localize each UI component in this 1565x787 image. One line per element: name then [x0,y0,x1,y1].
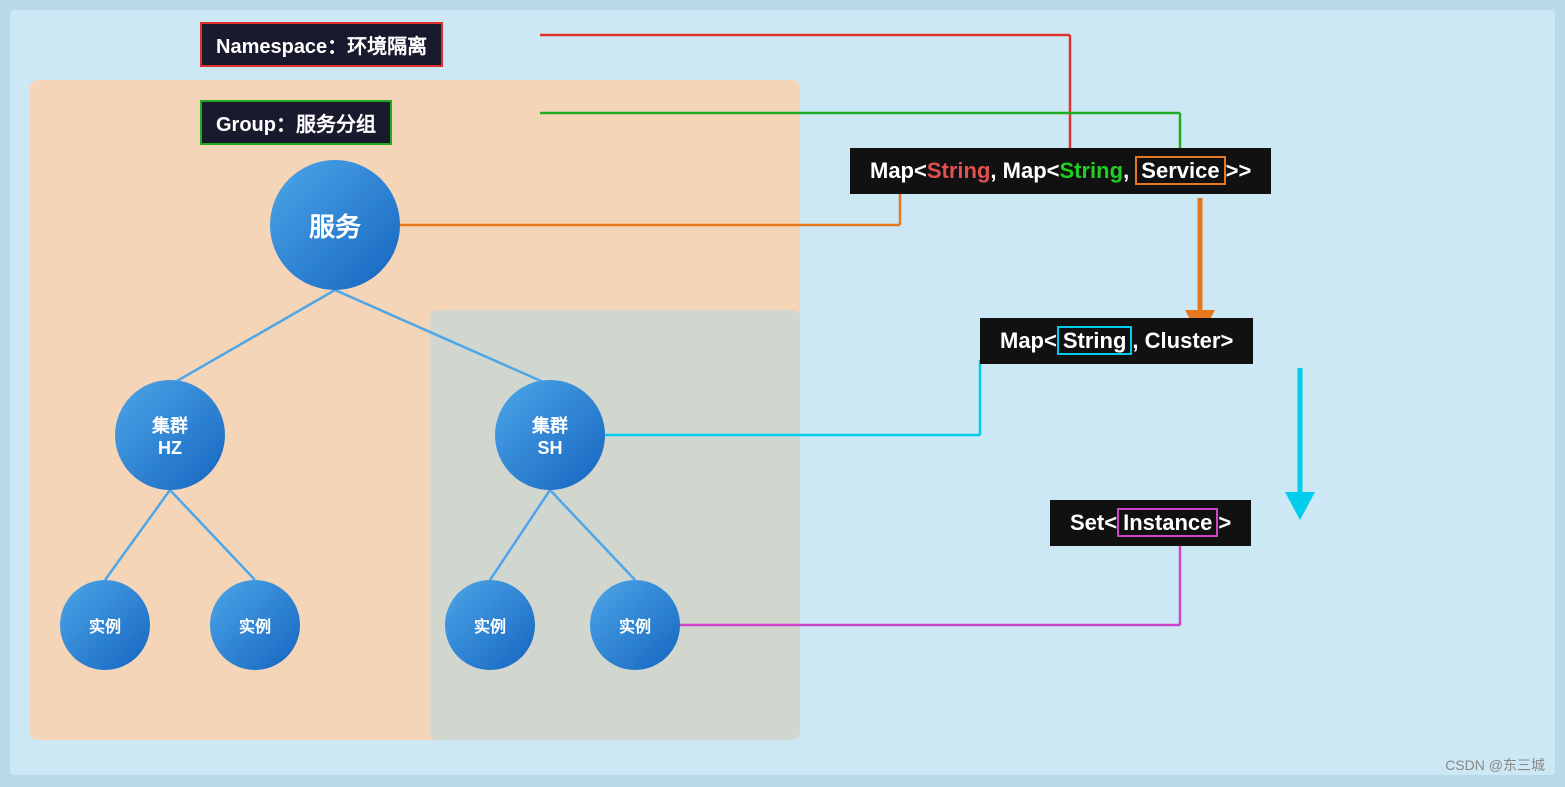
instance-label-1: 实例 [89,613,121,637]
instance-node-1: 实例 [60,580,150,670]
string-highlight-cyan: String [1057,326,1133,355]
instance-node-2: 实例 [210,580,300,670]
map-box-2: Map<String, Cluster> [980,318,1253,364]
instance-node-4: 实例 [590,580,680,670]
cluster-sh-overlay [430,310,800,740]
set-box: Set<Instance> [1050,500,1251,546]
namespace-label: Namespace：环境隔离 [216,36,427,58]
map-box2-text: Map<String, Cluster> [1000,326,1233,355]
service-label: 服务 [309,207,361,244]
cluster-hz-line2: HZ [158,438,182,459]
cluster-hz-node: 集群 HZ [115,380,225,490]
cluster-sh-node: 集群 SH [495,380,605,490]
namespace-box: Namespace：环境隔离 [200,22,443,67]
service-highlight-orange: Service [1135,156,1225,185]
cluster-hz-line1: 集群 [152,412,188,438]
map-box-1: Map<String, Map<String, Service>> [850,148,1271,194]
cluster-sh-line1: 集群 [532,412,568,438]
set-box-text: Set<Instance> [1070,508,1231,537]
instance-highlight-magenta: Instance [1117,508,1218,537]
instance-label-4: 实例 [619,613,651,637]
group-label: Group：服务分组 [216,114,376,136]
service-node: 服务 [270,160,400,290]
string-highlight-red: String [927,158,991,183]
watermark: CSDN @东三城 [1445,755,1545,775]
string-highlight-green: String [1060,158,1124,183]
instance-label-2: 实例 [239,613,271,637]
cluster-sh-line2: SH [537,438,562,459]
watermark-text: CSDN @东三城 [1445,757,1545,773]
group-box: Group：服务分组 [200,100,392,145]
main-container: Namespace：环境隔离 Group：服务分组 服务 集群 HZ 集群 SH… [0,0,1565,787]
instance-label-3: 实例 [474,613,506,637]
map-box1-text: Map<String, Map<String, Service>> [870,156,1251,185]
instance-node-3: 实例 [445,580,535,670]
